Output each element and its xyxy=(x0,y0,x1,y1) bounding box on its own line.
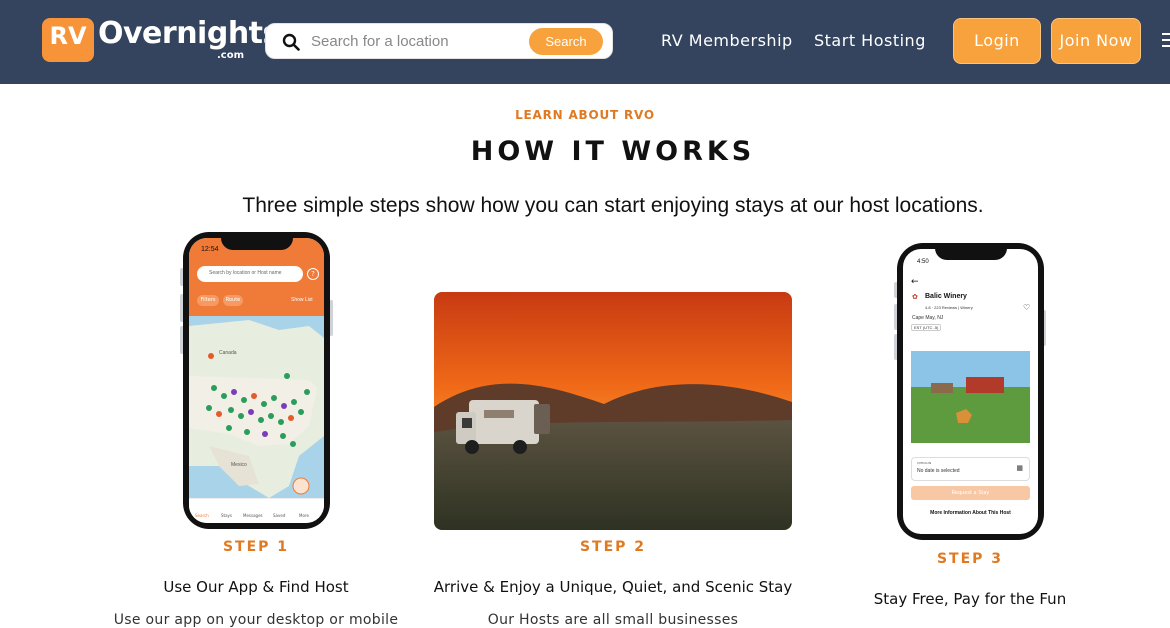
host-photo xyxy=(911,351,1030,443)
app-search-bar[interactable]: Search by location or Host name xyxy=(197,266,303,282)
checkin-value: No date is selected xyxy=(917,468,960,474)
filters-chip[interactable]: Filters xyxy=(197,295,219,306)
map-label-mexico: Mexico xyxy=(231,462,247,468)
status-time: 4:50 xyxy=(917,259,929,265)
checkin-label: CHECK-IN xyxy=(917,461,932,465)
phone-notch xyxy=(935,247,1007,260)
phone-mockup-map: 12:54 Search by location or Host name ? … xyxy=(183,232,330,529)
app-tab-bar: Search Stays Messages Saved More xyxy=(189,498,324,523)
tab-search[interactable]: Search xyxy=(195,513,209,518)
host-timezone: EST (UTC -5) xyxy=(911,324,942,331)
tab-stays[interactable]: Stays xyxy=(221,513,232,518)
tab-more[interactable]: More xyxy=(299,513,309,518)
step-2-title: Arrive & Enjoy a Unique, Quiet, and Scen… xyxy=(433,578,793,596)
hamburger-icon[interactable] xyxy=(1162,33,1170,47)
host-logo-icon: ✿ xyxy=(912,293,918,301)
host-location: Cape May, NJ xyxy=(912,315,944,321)
map-label-canada: Canada xyxy=(219,350,237,356)
phone-notch xyxy=(221,236,293,250)
login-button[interactable]: Login xyxy=(953,18,1041,64)
cluster-icon[interactable] xyxy=(292,477,310,495)
nav-start-hosting[interactable]: Start Hosting xyxy=(814,31,926,50)
step-1-description: Use our app on your desktop or mobile xyxy=(113,612,399,628)
nav-rv-membership[interactable]: RV Membership xyxy=(661,31,793,50)
show-list-link[interactable]: Show List xyxy=(291,297,313,303)
step-2-description: Our Hosts are all small businesses xyxy=(487,612,739,628)
calendar-icon: ▦ xyxy=(1016,464,1023,472)
step-3-label: STEP 3 xyxy=(936,551,1004,567)
logo-mark: RV xyxy=(42,18,94,62)
rvo-logo[interactable]: RV Overnights .com xyxy=(42,16,280,64)
host-name: Balic Winery xyxy=(925,293,967,300)
rv-sunset-photo xyxy=(434,292,792,530)
step-2-label: STEP 2 xyxy=(579,539,647,555)
search-icon xyxy=(282,33,300,51)
phone-screen: 4:50 ← ✿ Balic Winery 4.8 · 223 Reviews … xyxy=(903,249,1038,534)
status-time: 12:54 xyxy=(201,246,219,253)
step-1-label: STEP 1 xyxy=(222,539,290,555)
section-title: HOW IT WORKS xyxy=(470,136,756,167)
checkin-field[interactable]: CHECK-IN No date is selected ▦ xyxy=(911,457,1030,481)
phone-mockup-listing: 4:50 ← ✿ Balic Winery 4.8 · 223 Reviews … xyxy=(897,243,1044,540)
site-header: RV Overnights .com Search for a location… xyxy=(0,0,1170,84)
search-input[interactable]: Search for a location xyxy=(311,33,449,50)
search-button[interactable]: Search xyxy=(529,28,603,55)
tab-saved[interactable]: Saved xyxy=(273,513,285,518)
back-arrow-icon[interactable]: ← xyxy=(911,277,919,287)
route-chip[interactable]: Route xyxy=(223,295,243,306)
map-view[interactable]: Canada Mexico xyxy=(189,316,324,498)
section-eyebrow: LEARN ABOUT RVO xyxy=(515,108,655,122)
host-rating: 4.8 · 223 Reviews | Winery xyxy=(925,305,973,310)
request-stay-button[interactable]: Request a Stay xyxy=(911,486,1030,500)
more-info-link[interactable]: More Information About This Host xyxy=(903,510,1038,516)
help-icon[interactable]: ? xyxy=(307,268,319,280)
app-search-placeholder: Search by location or Host name xyxy=(209,270,282,276)
phone-screen: 12:54 Search by location or Host name ? … xyxy=(189,238,324,523)
section-subtitle: Three simple steps show how you can star… xyxy=(242,194,984,217)
logo-wordmark: Overnights xyxy=(98,16,280,51)
step-3-title: Stay Free, Pay for the Fun xyxy=(873,590,1067,608)
heart-icon[interactable]: ♡ xyxy=(1023,303,1030,312)
location-search[interactable]: Search for a location Search xyxy=(265,23,613,59)
tab-messages[interactable]: Messages xyxy=(243,513,263,518)
step-1-title: Use Our App & Find Host xyxy=(163,578,349,596)
photo-image xyxy=(434,292,792,530)
join-now-button[interactable]: Join Now xyxy=(1051,18,1141,64)
logo-suffix: .com xyxy=(217,50,245,61)
